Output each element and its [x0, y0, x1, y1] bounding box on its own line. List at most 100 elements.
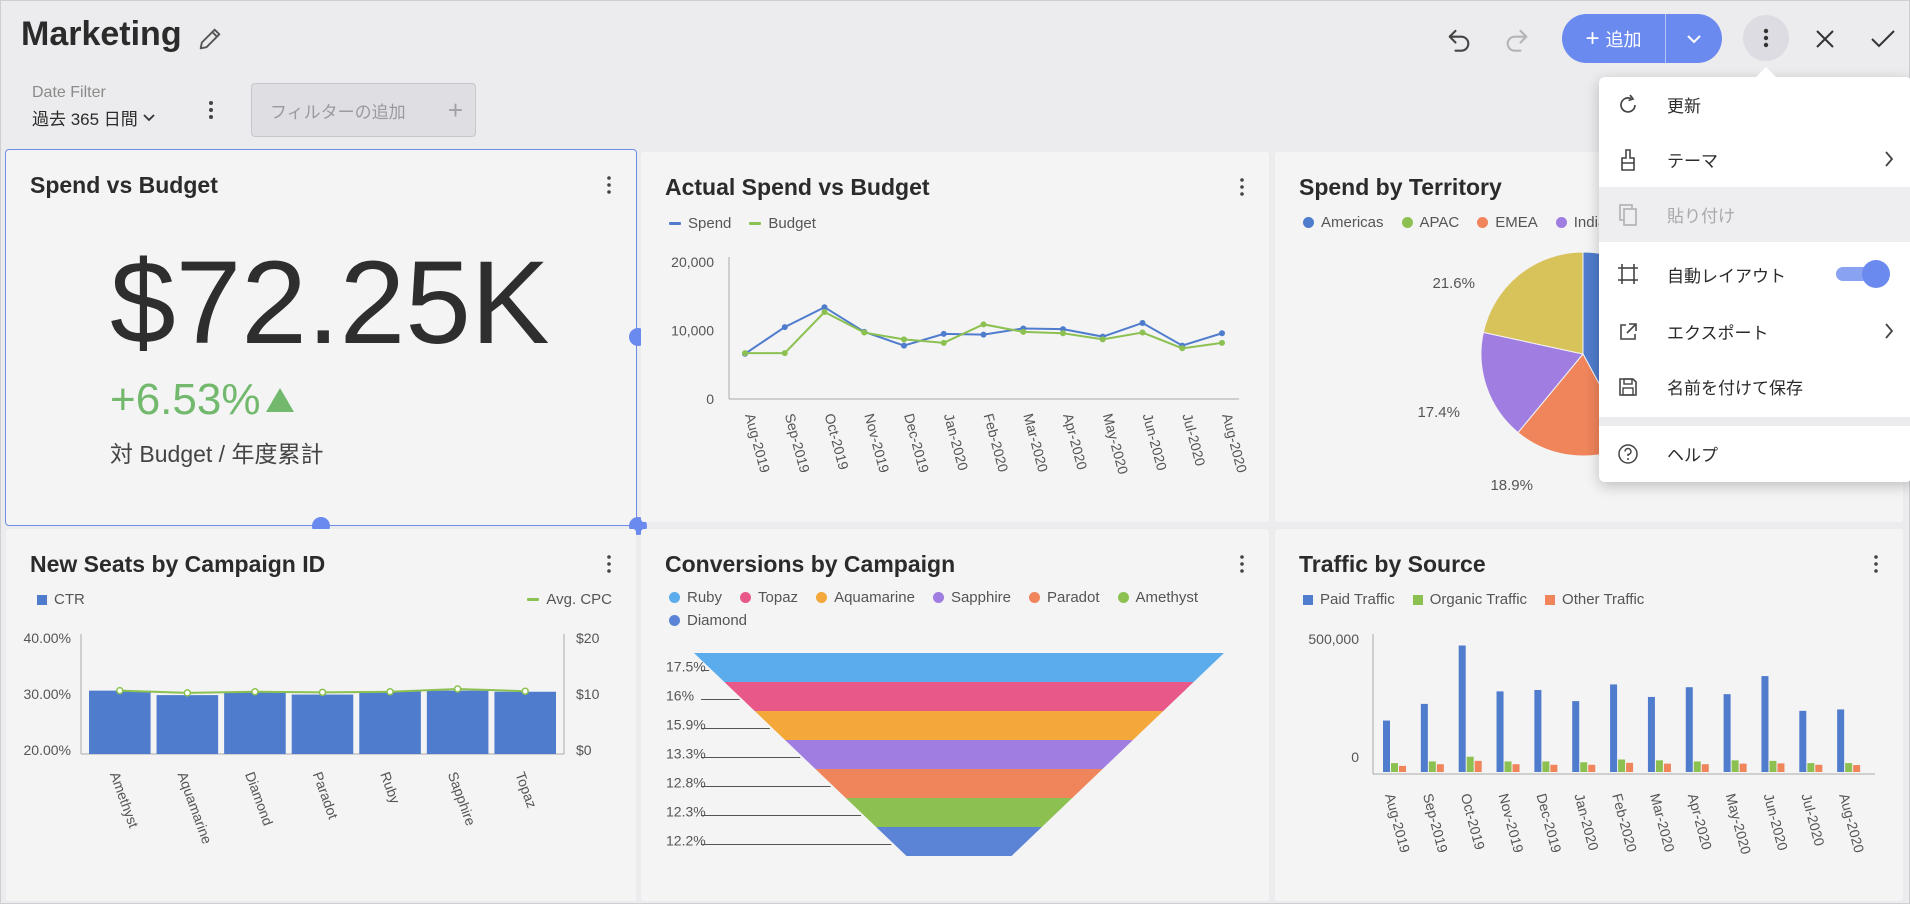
pie-label: 17.4%	[1417, 404, 1460, 421]
x-tick-label: Apr-2020	[1060, 412, 1090, 472]
menu-item-theme[interactable]: テーマ	[1599, 132, 1910, 187]
bar-other-traffic	[1739, 763, 1747, 772]
menu-item-help[interactable]: ヘルプ	[1599, 426, 1910, 481]
y-tick-label-left: 30.00%	[24, 686, 71, 702]
x-tick-label: Jan-2020	[1571, 792, 1602, 853]
bar-paid-traffic	[1647, 696, 1655, 772]
menu-divider	[1599, 417, 1910, 426]
widget-conversions[interactable]: Conversions by Campaign Ruby Topaz Aquam…	[641, 529, 1269, 901]
bar-paid-traffic	[1420, 703, 1428, 772]
add-dropdown-button[interactable]	[1666, 14, 1722, 63]
edit-pencil-icon[interactable]	[196, 25, 224, 53]
bar-ctr	[426, 690, 489, 754]
x-tick-label: Jan-2020	[941, 412, 972, 473]
x-tick-label: Jun-2020	[1140, 412, 1171, 473]
x-tick-label: Dec-2019	[1533, 792, 1564, 855]
menu-item-export[interactable]: エクスポート	[1599, 304, 1910, 359]
bar-organic-traffic	[1618, 759, 1626, 772]
menu-item-label: エクスポート	[1667, 324, 1769, 343]
bar-organic-traffic	[1655, 760, 1663, 772]
data-point	[1219, 330, 1225, 337]
menu-item-auto-layout[interactable]: 自動レイアウト	[1599, 245, 1910, 303]
pie-label: 18.9%	[1490, 477, 1533, 494]
y-tick-label-right: $0	[576, 742, 592, 758]
x-tick-label: Aquamarine	[175, 770, 216, 847]
widget-title: Spend vs Budget	[30, 172, 218, 198]
data-point	[318, 688, 327, 697]
data-point	[781, 324, 788, 331]
bar-organic-traffic	[1769, 760, 1777, 772]
chevron-down-icon	[143, 113, 155, 121]
filter-more-options-icon[interactable]	[199, 97, 223, 123]
chevron-right-icon	[1885, 323, 1894, 339]
data-point	[1139, 319, 1146, 326]
x-tick-label: Ruby	[377, 770, 403, 806]
bar-other-traffic	[1663, 763, 1671, 772]
y-tick-label: 0	[1351, 749, 1359, 765]
close-icon[interactable]	[1803, 17, 1847, 61]
bar-ctr	[224, 691, 286, 754]
bar-organic-traffic	[1428, 761, 1436, 772]
bar-paid-traffic	[1534, 689, 1542, 772]
x-tick-label: May-2020	[1100, 412, 1132, 476]
bar-paid-traffic	[1761, 676, 1769, 772]
dashboard-title: Marketing	[21, 15, 182, 53]
dashboard-app: Marketing + 追加 Date Filter 過去 365 日間 フィル…	[0, 0, 1910, 904]
menu-item-label: 名前を付けて保存	[1667, 379, 1803, 398]
widget-traffic-by-source[interactable]: Traffic by Source Paid Traffic Organic T…	[1275, 529, 1903, 901]
widget-spend-vs-budget[interactable]: Spend vs Budget $72.25K +6.53% 対 Budget …	[5, 149, 637, 526]
x-tick-label: Oct-2019	[822, 412, 852, 472]
data-point	[183, 689, 192, 697]
funnel-segment-ruby	[694, 653, 1224, 682]
funnel-segment-topaz	[724, 682, 1194, 711]
funnel-label: 12.3%	[666, 804, 706, 820]
check-icon[interactable]	[1861, 17, 1905, 61]
more-options-button[interactable]	[1743, 15, 1789, 61]
menu-item-label: 貼り付け	[1667, 207, 1735, 226]
x-tick-label: Mar-2020	[1647, 792, 1678, 854]
data-point	[1060, 330, 1066, 337]
redo-icon[interactable]	[1495, 17, 1539, 61]
menu-item-save-as[interactable]: 名前を付けて保存	[1599, 359, 1910, 414]
add-main-button[interactable]: + 追加	[1562, 14, 1666, 63]
widget-new-seats[interactable]: New Seats by Campaign ID CTR Avg. CPC 40…	[6, 529, 636, 901]
kpi-delta: +6.53%	[110, 375, 296, 425]
data-point	[861, 329, 868, 336]
x-tick-label: Aug-2019	[1382, 792, 1413, 855]
menu-item-paste[interactable]: 貼り付け	[1599, 187, 1910, 242]
x-tick-label: Aug-2019	[742, 412, 773, 475]
bar-other-traffic	[1853, 765, 1861, 772]
x-tick-label: Sep-2019	[1420, 792, 1451, 855]
menu-item-label: ヘルプ	[1667, 446, 1718, 465]
menu-item-refresh[interactable]: 更新	[1599, 77, 1910, 132]
widget-actual-spend-vs-budget[interactable]: Actual Spend vs Budget Spend Budget 20,0…	[641, 152, 1269, 522]
y-tick-label: 10,000	[671, 323, 714, 339]
add-button[interactable]: + 追加	[1562, 14, 1722, 63]
menu-item-label: 自動レイアウト	[1667, 266, 1786, 286]
widget-kebab-icon[interactable]	[604, 174, 614, 196]
funnel-segment-diamond	[876, 827, 1042, 856]
funnel-label: 17.5%	[666, 659, 706, 675]
y-tick-label: 500,000	[1308, 631, 1359, 647]
bar-other-traffic	[1588, 764, 1596, 772]
chevron-down-icon	[1687, 34, 1701, 43]
funnel-segment-sapphire	[785, 740, 1133, 769]
date-filter-dropdown[interactable]: 過去 365 日間	[32, 105, 156, 130]
bar-organic-traffic	[1542, 761, 1550, 772]
data-point	[1020, 328, 1027, 335]
data-point	[453, 685, 462, 693]
bar-paid-traffic	[1572, 701, 1580, 772]
y-tick-label-right: $20	[576, 630, 600, 646]
auto-layout-toggle[interactable]	[1836, 260, 1890, 288]
plus-icon: +	[447, 95, 463, 125]
bar-paid-traffic	[1610, 684, 1618, 772]
undo-icon[interactable]	[1437, 17, 1481, 61]
bar-other-traffic	[1701, 764, 1709, 772]
data-point	[1179, 345, 1186, 352]
add-filter-button[interactable]: フィルターの追加 +	[251, 83, 476, 137]
paste-icon	[1615, 202, 1641, 228]
data-point	[1219, 339, 1225, 346]
menu-item-label: テーマ	[1667, 152, 1718, 171]
data-point	[901, 336, 907, 343]
x-tick-label: Apr-2020	[1685, 792, 1715, 852]
